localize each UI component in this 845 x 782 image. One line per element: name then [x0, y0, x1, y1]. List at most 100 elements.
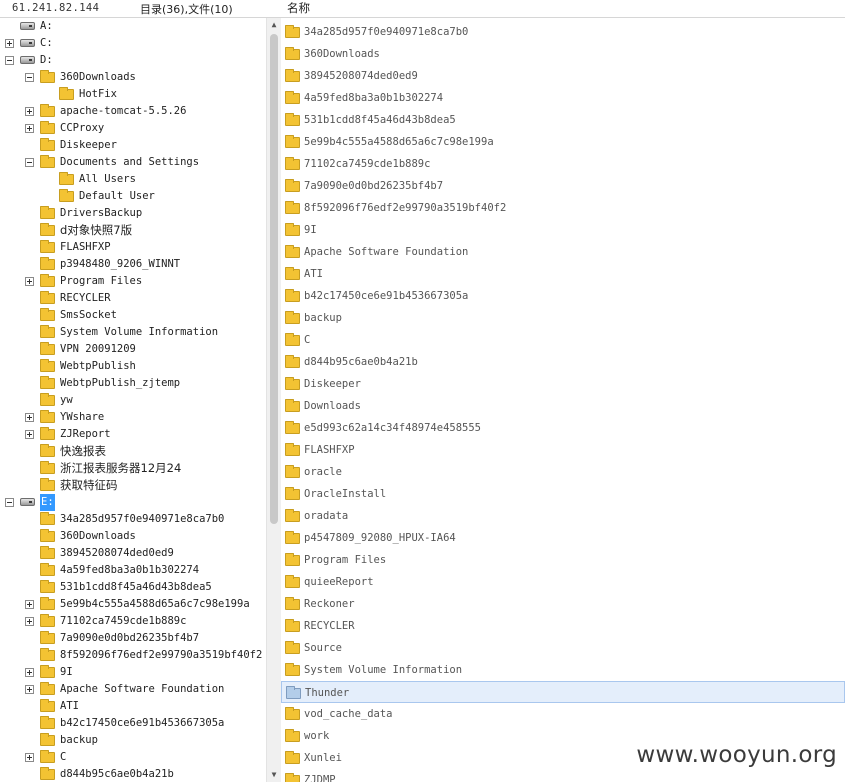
- tree-node-label: YWshare: [60, 411, 105, 423]
- file-list-row[interactable]: 71102ca7459cde1b889c: [281, 153, 845, 175]
- file-name-label: 4a59fed8ba3a0b1b302274: [304, 92, 444, 104]
- file-list-row[interactable]: b42c17450ce6e91b453667305a: [281, 285, 845, 307]
- file-list[interactable]: 34a285d957f0e940971e8ca7b0 360Downloads 38…: [281, 18, 845, 782]
- folder-icon: [40, 359, 55, 372]
- expand-plus-icon[interactable]: [25, 277, 34, 286]
- file-list-row[interactable]: 34a285d957f0e940971e8ca7b0: [281, 21, 845, 43]
- folder-icon: [40, 206, 55, 219]
- folder-icon: [285, 377, 300, 390]
- file-list-row[interactable]: 7a9090e0d0bd26235bf4b7: [281, 175, 845, 197]
- tree-node-label: CCProxy: [60, 122, 105, 134]
- folder-icon: [40, 648, 55, 661]
- column-header-name[interactable]: 名称: [287, 0, 310, 16]
- folder-icon: [285, 773, 300, 782]
- expand-plus-icon[interactable]: [25, 600, 34, 609]
- file-list-row[interactable]: System Volume Information: [281, 659, 845, 681]
- file-list-row[interactable]: vod_cache_data: [281, 703, 845, 725]
- tree-node-label: b42c17450ce6e91b453667305a: [60, 717, 225, 729]
- file-list-row[interactable]: 9I: [281, 219, 845, 241]
- folder-icon: [285, 201, 300, 214]
- file-list-row[interactable]: 8f592096f76edf2e99790a3519bf40f2: [281, 197, 845, 219]
- folder-icon: [59, 87, 74, 100]
- scroll-up-arrow-icon[interactable]: ▲: [267, 18, 281, 32]
- file-list-row[interactable]: 38945208074ded0ed9: [281, 65, 845, 87]
- expand-plus-icon[interactable]: [25, 753, 34, 762]
- tree-node-label: WebtpPublish_zjtemp: [60, 377, 181, 389]
- folder-tree[interactable]: A: C: D: 360Downloads HotFix apache-tomcat-5.…: [0, 18, 266, 782]
- file-name-label: Thunder: [305, 687, 350, 699]
- file-name-label: ZJDMP: [304, 774, 336, 782]
- expand-plus-icon[interactable]: [25, 668, 34, 677]
- file-list-row[interactable]: Program Files: [281, 549, 845, 571]
- expand-plus-icon[interactable]: [25, 430, 34, 439]
- file-name-label: work: [304, 730, 330, 742]
- tree-node-label: DriversBackup: [60, 207, 143, 219]
- tree-node-label: 38945208074ded0ed9: [60, 547, 174, 559]
- folder-icon: [59, 189, 74, 202]
- file-list-row[interactable]: backup: [281, 307, 845, 329]
- file-list-row[interactable]: Apache Software Foundation: [281, 241, 845, 263]
- file-list-row[interactable]: Diskeeper: [281, 373, 845, 395]
- file-list-row[interactable]: 531b1cdd8f45a46d43b8dea5: [281, 109, 845, 131]
- file-name-label: RECYCLER: [304, 620, 355, 632]
- folder-icon: [40, 563, 55, 576]
- tree-node-label: 34a285d957f0e940971e8ca7b0: [60, 513, 225, 525]
- file-list-row[interactable]: d844b95c6ae0b4a21b: [281, 351, 845, 373]
- file-name-label: Downloads: [304, 400, 361, 412]
- scroll-down-arrow-icon[interactable]: ▼: [267, 768, 281, 782]
- expand-plus-icon[interactable]: [25, 617, 34, 626]
- file-name-label: 9I: [304, 224, 317, 236]
- file-list-row[interactable]: oracle: [281, 461, 845, 483]
- file-list-row[interactable]: 4a59fed8ba3a0b1b302274: [281, 87, 845, 109]
- file-list-row[interactable]: ZJDMP: [281, 769, 845, 782]
- tree-node-label: A:: [40, 20, 53, 32]
- collapse-minus-icon[interactable]: [5, 56, 14, 65]
- tree-node-label: 浙江报表服务器12月24: [60, 461, 182, 475]
- file-list-row[interactable]: FLASHFXP: [281, 439, 845, 461]
- expand-plus-icon[interactable]: [25, 124, 34, 133]
- file-list-row[interactable]: 360Downloads: [281, 43, 845, 65]
- file-list-row[interactable]: oradata: [281, 505, 845, 527]
- folder-icon: [40, 444, 55, 457]
- folder-icon: [40, 410, 55, 423]
- expand-plus-icon[interactable]: [25, 685, 34, 694]
- file-name-label: Xunlei: [304, 752, 342, 764]
- folder-icon: [286, 686, 301, 699]
- tree-scrollbar[interactable]: ▲ ▼: [266, 18, 281, 782]
- expand-plus-icon[interactable]: [25, 413, 34, 422]
- folder-icon: [285, 509, 300, 522]
- folder-icon: [40, 121, 55, 134]
- file-list-row[interactable]: ATI: [281, 263, 845, 285]
- tree-node-label: WebtpPublish: [60, 360, 136, 372]
- file-list-row[interactable]: C: [281, 329, 845, 351]
- file-list-row[interactable]: e5d993c62a14c34f48974e458555: [281, 417, 845, 439]
- file-list-row[interactable]: p4547809_92080_HPUX-IA64: [281, 527, 845, 549]
- file-list-row[interactable]: Source: [281, 637, 845, 659]
- folder-icon: [285, 179, 300, 192]
- file-name-label: quieeReport: [304, 576, 374, 588]
- file-list-row[interactable]: quieeReport: [281, 571, 845, 593]
- tree-node-label: 7a9090e0d0bd26235bf4b7: [60, 632, 200, 644]
- tree-node-label: ATI: [60, 700, 79, 712]
- file-list-row[interactable]: Reckoner: [281, 593, 845, 615]
- folder-icon: [285, 69, 300, 82]
- folder-icon: [285, 597, 300, 610]
- file-name-label: ATI: [304, 268, 323, 280]
- folder-icon: [40, 546, 55, 559]
- folder-icon: [285, 223, 300, 236]
- tree-node-label: backup: [60, 734, 98, 746]
- collapse-minus-icon[interactable]: [25, 158, 34, 167]
- folder-icon: [40, 529, 55, 542]
- file-list-row[interactable]: OracleInstall: [281, 483, 845, 505]
- file-list-row[interactable]: 5e99b4c555a4588d65a6c7c98e199a: [281, 131, 845, 153]
- file-name-label: 71102ca7459cde1b889c: [304, 158, 431, 170]
- file-list-row[interactable]: RECYCLER: [281, 615, 845, 637]
- expand-plus-icon[interactable]: [25, 107, 34, 116]
- collapse-minus-icon[interactable]: [5, 498, 14, 507]
- server-ip: 61.241.82.144: [12, 2, 100, 14]
- collapse-minus-icon[interactable]: [25, 73, 34, 82]
- file-list-row[interactable]: Thunder: [281, 681, 845, 703]
- expand-plus-icon[interactable]: [5, 39, 14, 48]
- file-list-row[interactable]: Downloads: [281, 395, 845, 417]
- scrollbar-thumb[interactable]: [270, 34, 278, 524]
